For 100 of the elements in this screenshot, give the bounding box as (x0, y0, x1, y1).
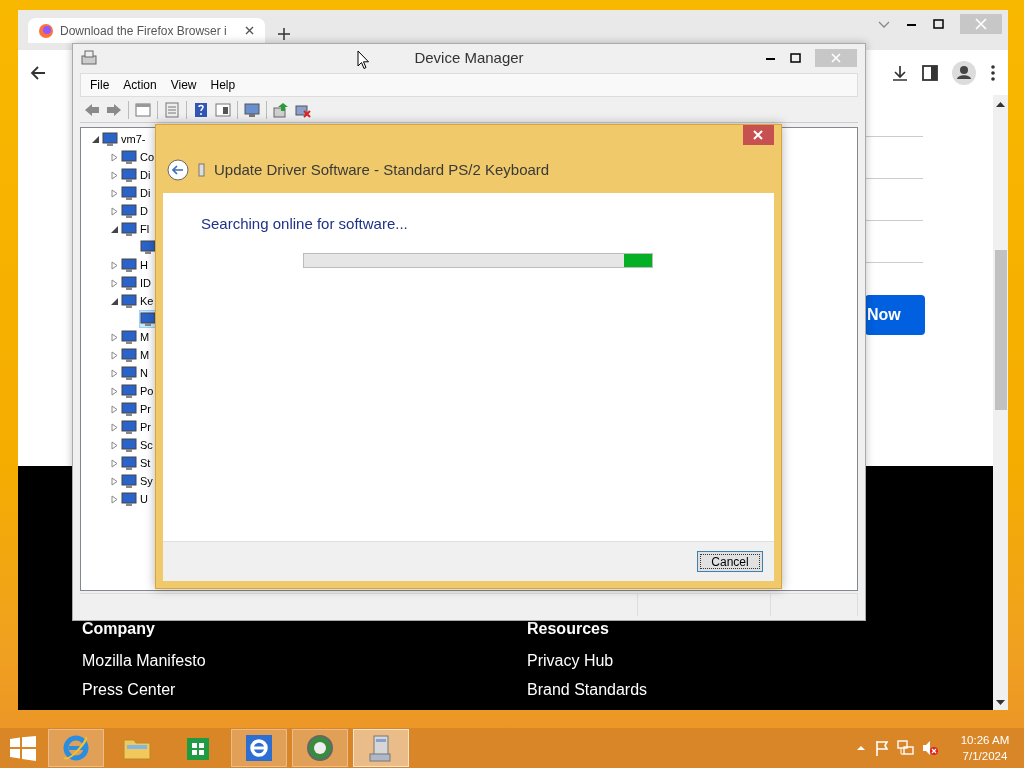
device-icon[interactable] (102, 131, 118, 147)
collapsed-arrow-icon[interactable] (110, 188, 119, 198)
device-icon[interactable] (121, 203, 137, 219)
expanded-arrow-icon[interactable] (110, 296, 119, 306)
close-icon[interactable] (244, 25, 255, 36)
tree-item[interactable]: Po (140, 385, 154, 397)
footer-link[interactable]: Privacy Hub (527, 652, 972, 670)
maximize-icon[interactable] (790, 52, 801, 63)
collapsed-arrow-icon[interactable] (110, 260, 119, 270)
tree-item[interactable]: Di (140, 169, 151, 181)
device-icon[interactable] (121, 149, 137, 165)
device-icon[interactable] (140, 239, 156, 255)
tree-item[interactable]: M (140, 331, 150, 343)
browser-logo-icon (38, 22, 54, 39)
maximize-icon[interactable] (933, 19, 944, 29)
tree-item[interactable]: Di (140, 187, 151, 199)
device-icon[interactable] (121, 455, 137, 471)
device-icon[interactable] (121, 167, 137, 183)
speaker-muted-icon[interactable] (922, 740, 938, 756)
scrollbar[interactable] (993, 95, 1008, 710)
device-icon[interactable] (121, 347, 137, 363)
tree-item[interactable]: vm7- (121, 133, 146, 145)
download-button[interactable]: Now (865, 295, 925, 335)
footer-link[interactable]: Mozilla Manifesto (82, 652, 527, 670)
new-tab-icon[interactable] (277, 27, 291, 41)
device-icon[interactable] (121, 473, 137, 489)
taskbar-button[interactable] (231, 729, 287, 767)
device-icon[interactable] (121, 491, 137, 507)
collapsed-arrow-icon[interactable] (110, 152, 119, 162)
update-driver-icon[interactable] (273, 102, 289, 118)
uninstall-icon[interactable] (295, 102, 311, 118)
mouse-cursor-icon (357, 50, 370, 70)
collapsed-arrow-icon[interactable] (110, 458, 119, 468)
tree-item[interactable]: M (140, 349, 150, 361)
flag-icon[interactable] (874, 740, 889, 756)
device-icon[interactable] (121, 401, 137, 417)
monitor-icon[interactable] (244, 102, 260, 118)
tree-item[interactable]: Pr (140, 421, 151, 433)
forward-arrow-icon[interactable] (106, 102, 122, 118)
device-icon[interactable] (121, 257, 137, 273)
collapsed-arrow-icon[interactable] (110, 494, 119, 504)
device-icon[interactable] (121, 293, 137, 309)
device-icon[interactable] (140, 311, 156, 327)
chevron-down-icon[interactable] (878, 19, 890, 29)
scrollbar-thumb[interactable] (995, 250, 1007, 410)
menu-icon[interactable] (990, 64, 996, 81)
sidebar-icon[interactable] (922, 64, 938, 81)
device-icon[interactable] (121, 221, 137, 237)
collapsed-arrow-icon[interactable] (110, 350, 119, 360)
collapsed-arrow-icon[interactable] (110, 386, 119, 396)
tree-item[interactable]: Co (140, 151, 155, 163)
collapsed-arrow-icon[interactable] (110, 422, 119, 432)
network-icon[interactable] (897, 740, 914, 756)
device-icon[interactable] (121, 185, 137, 201)
tree-item[interactable]: Sy (140, 475, 153, 487)
device-icon[interactable] (121, 365, 137, 381)
scroll-up-icon[interactable] (996, 101, 1005, 108)
tree-item[interactable]: Pr (140, 403, 151, 415)
collapsed-arrow-icon[interactable] (110, 332, 119, 342)
device-icon[interactable] (121, 383, 137, 399)
menu-item[interactable]: File (83, 78, 117, 92)
start-icon[interactable] (10, 735, 36, 761)
profile-avatar-icon[interactable] (952, 60, 976, 85)
collapsed-arrow-icon[interactable] (110, 206, 119, 216)
browser-tab[interactable]: Download the Firefox Browser i (28, 18, 265, 43)
expanded-arrow-icon[interactable] (91, 134, 100, 144)
collapsed-arrow-icon[interactable] (110, 404, 119, 414)
tree-item[interactable]: Sc (140, 439, 153, 451)
expanded-arrow-icon[interactable] (110, 224, 119, 234)
panel-icon[interactable] (215, 102, 231, 118)
cancel-button[interactable]: Cancel (697, 551, 763, 572)
help-icon[interactable] (193, 102, 209, 118)
footer-link[interactable]: Brand Standards (527, 681, 972, 699)
collapsed-arrow-icon[interactable] (110, 440, 119, 450)
device-icon[interactable] (121, 329, 137, 345)
collapsed-arrow-icon[interactable] (110, 278, 119, 288)
back-arrow-icon[interactable] (30, 64, 46, 81)
tree-item[interactable]: St (140, 457, 151, 469)
tree-item[interactable]: U (140, 493, 148, 505)
tree-item[interactable]: N (140, 367, 148, 379)
download-icon[interactable] (892, 64, 908, 81)
caret-up-icon[interactable] (856, 744, 866, 752)
tree-item[interactable]: D (140, 205, 148, 217)
tree-item[interactable]: Ke (140, 295, 154, 307)
device-icon[interactable] (121, 275, 137, 291)
close-button[interactable] (743, 125, 774, 145)
tree-item[interactable]: Fl (140, 223, 150, 235)
device-icon[interactable] (121, 437, 137, 453)
tree-item[interactable]: H (140, 259, 148, 271)
device-icon[interactable] (121, 419, 137, 435)
menu-item[interactable]: Action (116, 78, 164, 92)
tree-item[interactable]: ID (140, 277, 151, 289)
scroll-down-icon[interactable] (996, 699, 1005, 706)
menu-item[interactable]: View (163, 78, 204, 92)
taskbar-button[interactable] (292, 729, 348, 767)
collapsed-arrow-icon[interactable] (110, 170, 119, 180)
footer-link[interactable]: Press Center (82, 681, 527, 699)
menu-item[interactable]: Help (203, 78, 243, 92)
collapsed-arrow-icon[interactable] (110, 476, 119, 486)
collapsed-arrow-icon[interactable] (110, 368, 119, 378)
